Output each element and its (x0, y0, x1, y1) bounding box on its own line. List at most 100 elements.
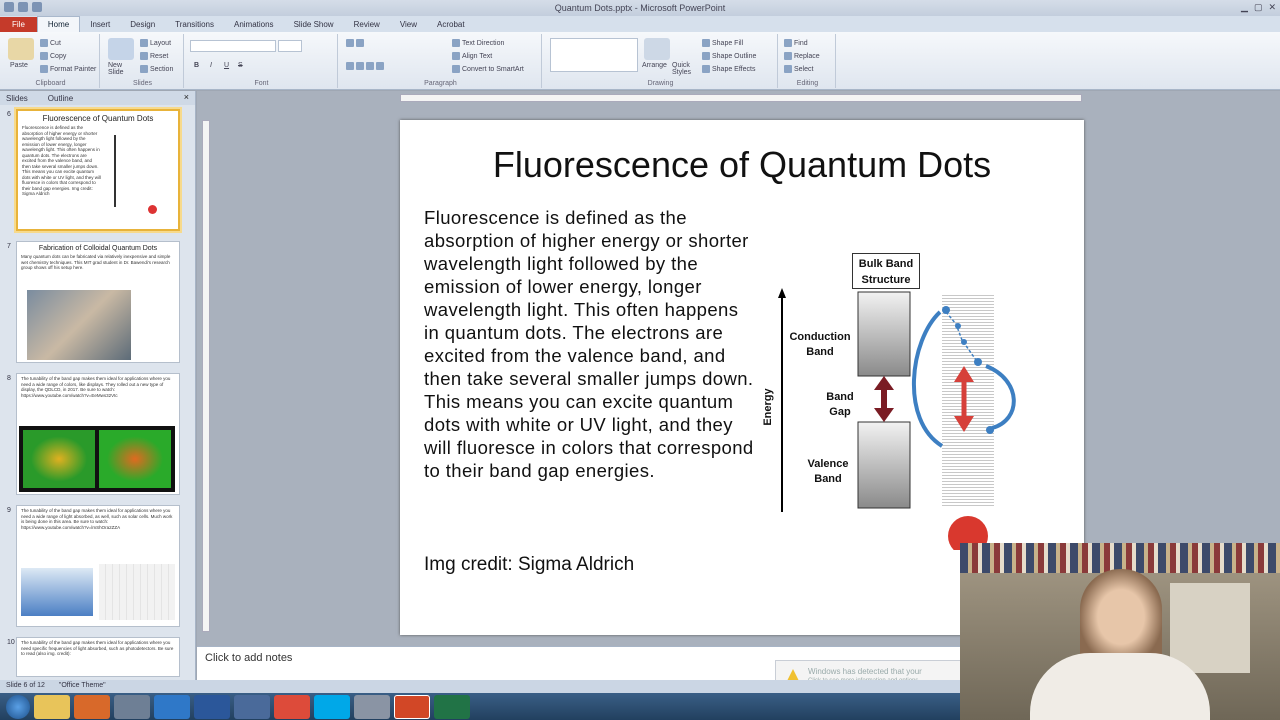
convert-smartart-label: Convert to SmartArt (462, 65, 524, 73)
find-label: Find (794, 39, 808, 47)
section-button[interactable]: Section (140, 65, 173, 73)
justify-icon (376, 62, 384, 70)
format-painter-button[interactable]: Format Painter (40, 65, 96, 73)
internet-explorer-icon[interactable] (154, 694, 190, 719)
copy-button[interactable]: Copy (40, 52, 66, 60)
font-group-label: Font (254, 80, 269, 87)
slide-thumbnail[interactable]: The tunability of the band gap makes the… (16, 505, 180, 627)
bold-button[interactable]: B (194, 62, 199, 69)
start-button-icon[interactable] (6, 694, 30, 719)
energy-label: Energy (762, 388, 774, 426)
display-right (99, 430, 171, 488)
scissors-icon (40, 39, 48, 47)
quick-styles-button[interactable]: Quick Styles (672, 62, 696, 76)
slide-thumbnail[interactable]: The tunability of the band gap makes the… (16, 373, 180, 495)
align-buttons[interactable] (346, 62, 386, 70)
clipboard-group: Paste Cut Copy Format Painter Clipboard (2, 34, 100, 88)
numbering-icon (356, 39, 364, 47)
chrome-icon[interactable] (274, 694, 310, 719)
webcam-overlay (960, 543, 1280, 720)
text-direction-button[interactable]: Text Direction (452, 39, 504, 47)
tab-file[interactable]: File (0, 17, 37, 32)
slide-thumbnail[interactable]: Fabrication of Colloidal Quantum Dots Ma… (16, 241, 180, 363)
thumbnail-number: 6 (7, 111, 11, 118)
slide-thumbnail-selected[interactable]: Fluorescence of Quantum Dots Fluorescenc… (14, 107, 182, 233)
panel-close-icon[interactable]: × (184, 92, 189, 102)
convert-smartart-button[interactable]: Convert to SmartArt (452, 65, 524, 73)
valence-label-line-1: Valence (807, 458, 849, 470)
shape-effects-button[interactable]: Shape Effects (702, 65, 755, 73)
minimize-icon[interactable]: ▁ (1241, 2, 1248, 13)
arrange-icon[interactable] (644, 38, 670, 60)
align-text-button[interactable]: Align Text (452, 52, 492, 60)
align-left-icon (346, 62, 354, 70)
tab-review[interactable]: Review (344, 17, 390, 32)
firefox-icon[interactable] (74, 694, 110, 719)
shape-outline-button[interactable]: Shape Outline (702, 52, 756, 60)
select-icon (784, 65, 792, 73)
clipboard-label: Clipboard (35, 80, 66, 87)
slide-title[interactable]: Fluorescence of Quantum Dots (400, 144, 1084, 186)
paste-icon[interactable] (8, 38, 34, 60)
brush-icon (40, 65, 48, 73)
reset-icon (140, 52, 148, 60)
skype-icon[interactable] (314, 694, 350, 719)
bullets-button[interactable] (346, 39, 366, 47)
fill-icon (702, 39, 710, 47)
font-size-select[interactable] (278, 40, 302, 52)
paste-button[interactable]: Paste (10, 62, 28, 69)
editing-group-label: Editing (796, 80, 819, 87)
text-direction-label: Text Direction (462, 39, 505, 47)
underline-button[interactable]: U (224, 62, 229, 69)
word-icon[interactable] (194, 694, 230, 719)
file-explorer-icon[interactable] (34, 694, 70, 719)
tab-transitions[interactable]: Transitions (165, 17, 224, 32)
bulk-label-line-1: Bulk Band (858, 258, 914, 270)
thumbnail-number: 9 (7, 507, 11, 514)
select-button[interactable]: Select (784, 65, 813, 73)
tab-insert[interactable]: Insert (80, 17, 120, 32)
slide-thumbnail[interactable]: The tunability of the band gap makes the… (16, 637, 180, 677)
cut-button[interactable]: Cut (40, 39, 61, 47)
horizontal-ruler (400, 94, 1082, 102)
tab-home[interactable]: Home (36, 16, 81, 32)
notes-placeholder[interactable]: Click to add notes (205, 652, 292, 664)
strikethrough-button[interactable]: S (238, 62, 243, 69)
media-player-icon[interactable] (114, 694, 150, 719)
layout-button[interactable]: Layout (140, 39, 171, 47)
maximize-icon[interactable]: ▢ (1254, 2, 1263, 13)
reset-button[interactable]: Reset (140, 52, 168, 60)
new-slide-button[interactable]: New Slide (108, 62, 136, 76)
filing-cabinet (1170, 583, 1250, 673)
replace-button[interactable]: Replace (784, 52, 820, 60)
new-slide-icon[interactable] (108, 38, 134, 60)
tab-acrobat[interactable]: Acrobat (427, 17, 475, 32)
italic-button[interactable]: I (210, 62, 212, 69)
align-right-icon (366, 62, 374, 70)
image-credit[interactable]: Img credit: Sigma Aldrich (424, 554, 634, 576)
display-left (23, 430, 95, 488)
search-icon[interactable] (354, 694, 390, 719)
find-icon (784, 39, 792, 47)
text-direction-icon (452, 39, 460, 47)
camtasia-icon[interactable] (434, 694, 470, 719)
cut-label: Cut (50, 39, 61, 47)
font-family-select[interactable] (190, 40, 276, 52)
tab-design[interactable]: Design (120, 17, 165, 32)
close-icon[interactable]: ✕ (1268, 2, 1276, 13)
shapes-gallery[interactable] (550, 38, 638, 72)
energy-arrow-icon (778, 288, 786, 298)
lab-photo (27, 290, 131, 360)
network-icon[interactable] (234, 694, 270, 719)
powerpoint-icon[interactable] (394, 694, 430, 719)
tab-slide-show[interactable]: Slide Show (284, 17, 344, 32)
shape-fill-button[interactable]: Shape Fill (702, 39, 743, 47)
tab-view[interactable]: View (390, 17, 427, 32)
slide-body-text[interactable]: Fluorescence is defined as the absorptio… (424, 206, 754, 482)
tab-animations[interactable]: Animations (224, 17, 284, 32)
arrange-button[interactable]: Arrange (642, 62, 667, 69)
tab-slides[interactable]: Slides (6, 94, 28, 103)
find-button[interactable]: Find (784, 39, 808, 47)
thumbnail-text: The tunability of the band gap makes the… (21, 640, 174, 656)
tab-outline[interactable]: Outline (48, 94, 73, 103)
